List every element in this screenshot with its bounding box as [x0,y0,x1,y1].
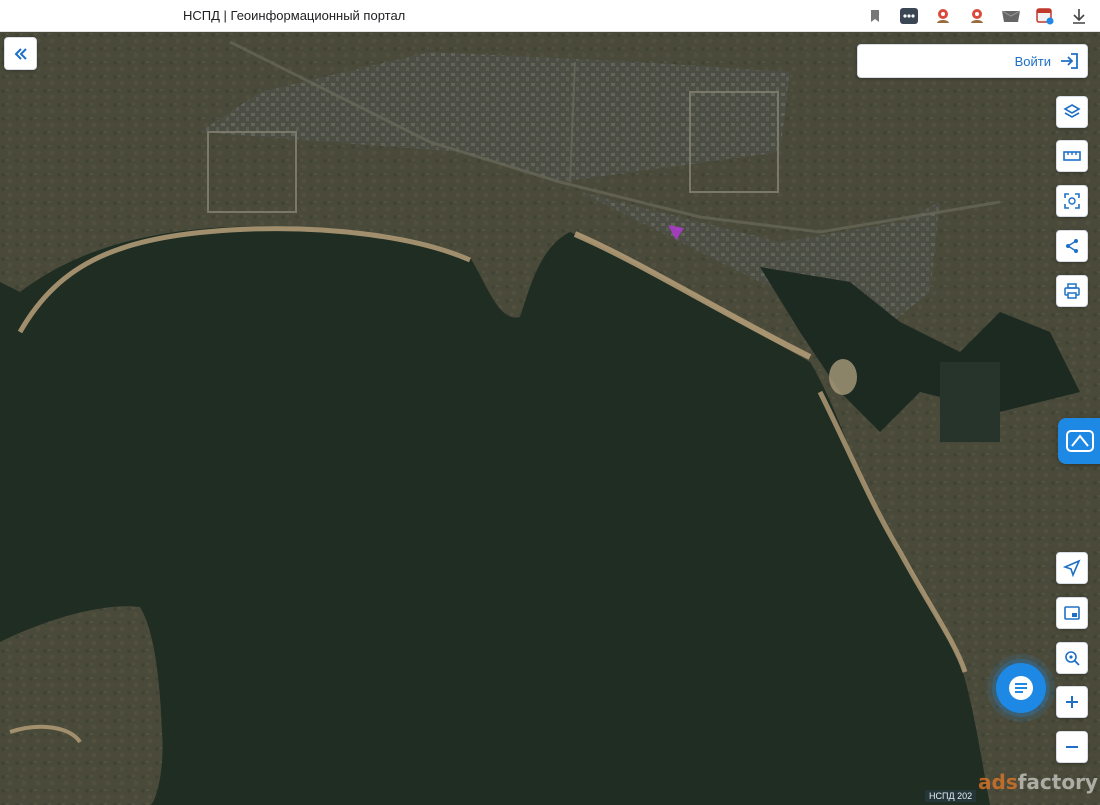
share-icon [1066,239,1078,253]
locate-button[interactable] [1056,552,1088,584]
chat-button[interactable] [996,663,1046,713]
bookmark-icon[interactable] [864,5,886,27]
extension-icon-2[interactable] [966,5,988,27]
zoom-in-icon [1066,696,1078,708]
sandbar [829,359,857,395]
select-area-button[interactable] [1056,185,1088,217]
search-location-button[interactable] [1056,642,1088,674]
locate-icon [1063,559,1081,577]
layers-button[interactable] [1056,96,1088,128]
browser-toolbar-icons [864,5,1090,27]
double-chevron-left-icon [14,47,27,60]
map-attribution: НСПД 202 [925,790,977,802]
minimap-button[interactable] [1056,597,1088,629]
side-panel-tab[interactable] [1058,418,1100,464]
watermark: adsfactory [978,770,1098,794]
map-imagery[interactable] [0,32,1100,805]
collapse-panel-button[interactable] [4,37,37,70]
download-icon[interactable] [1068,5,1090,27]
more-icon[interactable] [898,5,920,27]
portal-logo-icon [1066,430,1094,452]
login-button[interactable]: Войти [857,44,1088,78]
zoom-out-icon [1066,746,1078,748]
pond [940,362,1000,442]
chat-icon [1009,676,1033,700]
ruler-icon [1063,151,1081,161]
window-title: НСПД | Геоинформационный портал [183,8,406,23]
login-icon [1061,53,1078,69]
ruler-button[interactable] [1056,140,1088,172]
layers-icon [1063,104,1081,118]
print-button[interactable] [1056,275,1088,307]
browser-titlebar: НСПД | Геоинформационный портал [0,0,1100,32]
login-label: Войти [1014,53,1051,69]
search-location-icon [1065,651,1080,666]
zoom-in-button[interactable] [1056,686,1088,718]
minimap-icon [1064,606,1080,620]
print-icon [1064,283,1080,299]
extension-icon-1[interactable] [932,5,954,27]
mail-icon[interactable] [1000,5,1022,27]
zoom-out-button[interactable] [1056,731,1088,763]
peninsula-southwest [0,606,163,805]
satellite-map[interactable] [0,32,1100,805]
calendar-extension-icon[interactable] [1034,5,1056,27]
select-area-icon [1064,193,1080,209]
share-button[interactable] [1056,230,1088,262]
